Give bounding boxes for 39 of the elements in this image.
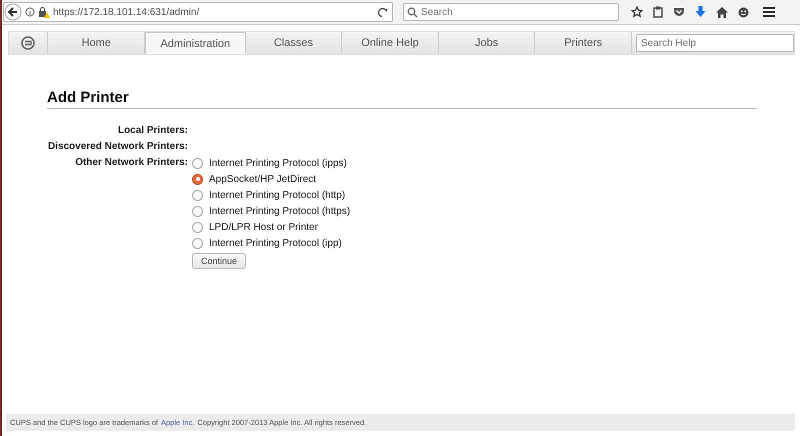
nav-tab[interactable]: Administration: [145, 32, 246, 54]
nav-tab[interactable]: Jobs: [438, 32, 536, 54]
search-field[interactable]: Search: [403, 3, 619, 21]
download-icon[interactable]: [695, 6, 706, 18]
star-icon[interactable]: [631, 6, 643, 18]
help-search-field[interactable]: Search Help: [636, 34, 794, 52]
nav-tab[interactable]: Printers: [535, 32, 632, 54]
option-label: Internet Printing Protocol (ipp): [209, 238, 342, 248]
option-label: Internet Printing Protocol (ipps): [209, 158, 347, 168]
lock-warning-icon[interactable]: [38, 6, 50, 18]
clipboard-icon[interactable]: [653, 6, 663, 18]
search-icon: [407, 6, 418, 18]
page-heading: Add Printer: [47, 89, 757, 109]
section-label: Other Network Printers:: [75, 157, 188, 168]
radio-button[interactable]: [192, 238, 203, 248]
url-text: https://172.18.101.14:631/admin/: [53, 6, 200, 18]
back-icon[interactable]: [4, 3, 22, 21]
radio-button[interactable]: [192, 190, 203, 200]
option-label: AppSocket/HP JetDirect: [209, 174, 316, 184]
radio-button[interactable]: [192, 158, 203, 168]
cups-logo-icon: [21, 36, 36, 50]
option-label: Internet Printing Protocol (http): [209, 190, 346, 200]
option-label: LPD/LPR Host or Printer: [209, 222, 318, 232]
nav-tab[interactable]: Online Help: [342, 32, 439, 54]
pocket-icon[interactable]: [673, 7, 685, 17]
reload-icon[interactable]: [377, 6, 388, 18]
radio-button[interactable]: [192, 206, 203, 216]
radio-button[interactable]: [192, 222, 203, 232]
nav-tab[interactable]: Classes: [246, 32, 342, 54]
option-label: Internet Printing Protocol (https): [209, 206, 350, 216]
continue-button[interactable]: Continue: [192, 253, 246, 269]
radio-button[interactable]: [192, 174, 203, 184]
home-icon[interactable]: [716, 6, 728, 18]
section-label: Discovered Network Printers:: [48, 141, 188, 152]
smiley-icon[interactable]: [738, 6, 749, 18]
info-icon[interactable]: [25, 7, 35, 17]
section-label: Local Printers:: [118, 125, 188, 136]
menu-icon[interactable]: [763, 7, 775, 17]
address-bar[interactable]: https://172.18.101.14:631/admin/: [3, 2, 393, 22]
